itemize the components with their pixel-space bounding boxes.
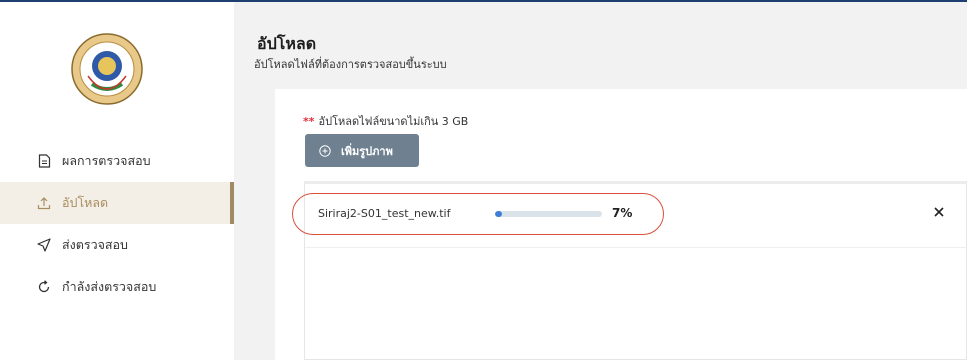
main-content: อัปโหลด อัปโหลดไฟล์ที่ต้องการตรวจสอบขึ้น… [234,2,967,360]
upload-icon [37,196,51,210]
send-icon [37,238,51,252]
sidebar-item-label: กำลังส่งตรวจสอบ [62,279,157,294]
sidebar-item-results[interactable]: ผลการตรวจสอบ [0,140,234,182]
plus-circle-icon [319,144,331,157]
sidebar-item-label: อัปโหลด [62,195,109,210]
required-mark: ** [303,115,315,128]
row-divider [305,247,967,248]
sidebar-item-label: ส่งตรวจสอบ [62,237,128,252]
page-subtitle: อัปโหลดไฟล์ที่ต้องการตรวจสอบขึ้นระบบ [254,58,447,71]
refresh-icon [37,280,51,294]
upload-limit-note: ** อัปโหลดไฟล์ขนาดไม่เกิน 3 GB [303,112,468,130]
sidebar-item-label: ผลการตรวจสอบ [62,153,151,168]
annotation-outline [292,193,664,235]
add-image-button[interactable]: เพิ่มรูปภาพ [305,134,419,167]
close-icon[interactable] [931,204,947,220]
upload-limit-text: อัปโหลดไฟล์ขนาดไม่เกิน 3 GB [318,115,469,128]
sidebar-item-sending[interactable]: กำลังส่งตรวจสอบ [0,266,234,308]
sidebar: ผลการตรวจสอบ อัปโหลด ส่งตรวจสอบ กำลังส่ง… [0,2,234,360]
siriraj-emblem-icon [70,32,144,106]
page-title: อัปโหลด [257,34,317,53]
add-image-label: เพิ่มรูปภาพ [341,144,393,158]
sidebar-item-upload[interactable]: อัปโหลด [0,182,234,224]
sidebar-item-send[interactable]: ส่งตรวจสอบ [0,224,234,266]
document-icon [37,154,51,168]
sidebar-nav: ผลการตรวจสอบ อัปโหลด ส่งตรวจสอบ กำลังส่ง… [0,140,234,308]
